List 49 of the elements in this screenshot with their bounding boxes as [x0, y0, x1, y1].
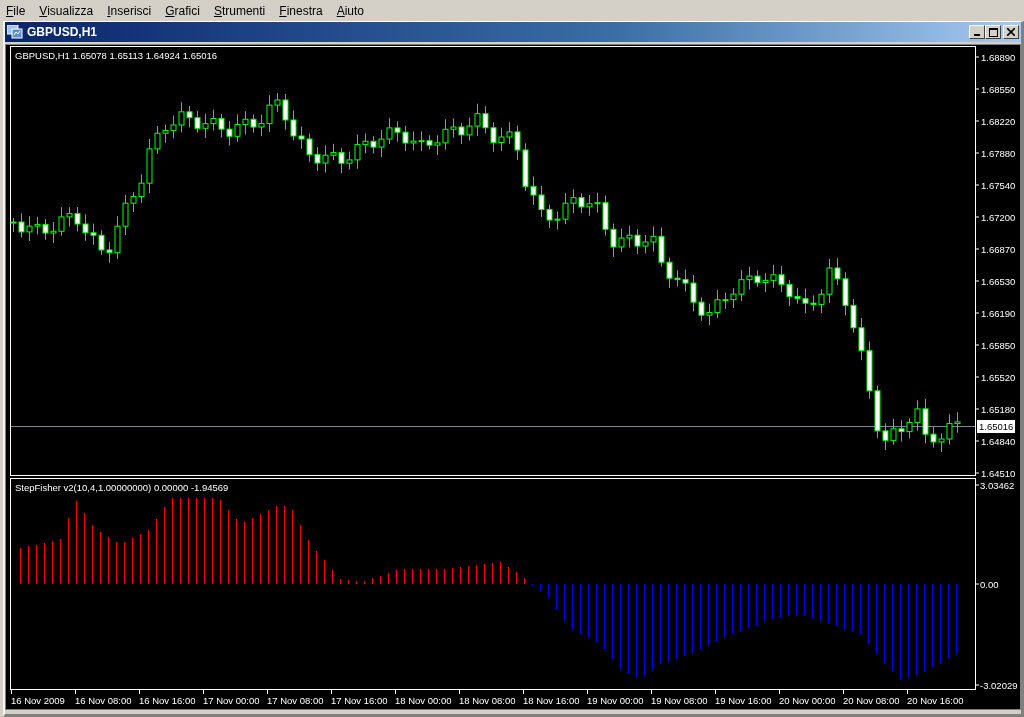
time-label: 19 Nov 08:00 [651, 695, 708, 706]
price-label: 1.67200 [981, 212, 1016, 223]
time-label: 18 Nov 16:00 [523, 695, 580, 706]
price-label: 1.65180 [981, 404, 1016, 415]
window-title: GBPUSD,H1 [27, 25, 98, 39]
price-label: 1.64840 [981, 436, 1016, 447]
menu-item[interactable]: Grafici [159, 3, 208, 18]
price-label: 1.66190 [981, 308, 1016, 319]
price-label: 1.68890 [981, 52, 1016, 63]
close-icon [1007, 28, 1015, 36]
time-label: 19 Nov 00:00 [587, 695, 644, 706]
price-label: 1.68220 [981, 116, 1016, 127]
price-label: 1.68550 [981, 84, 1016, 95]
menu-item[interactable]: Inserisci [101, 3, 160, 18]
indicator-info-text: StepFisher v2(10,4,1.00000000) 0.00000 -1.94569 [15, 482, 229, 493]
indicator-axis-label: 3.03462 [980, 480, 1015, 491]
time-label: 16 Nov 16:00 [139, 695, 196, 706]
price-label: 1.67540 [981, 180, 1016, 191]
menu-item[interactable]: Strumenti [207, 3, 274, 18]
time-label: 20 Nov 16:00 [907, 695, 964, 706]
price-label: 1.64510 [981, 468, 1016, 479]
price-label: 1.65520 [981, 372, 1016, 383]
menu-item[interactable]: File [0, 3, 34, 18]
menu-item[interactable]: Finestra [273, 3, 331, 18]
maximize-button[interactable] [985, 25, 1001, 39]
menu-item[interactable]: Visualizza [33, 3, 102, 18]
indicator-axis-label: 0.00 [980, 579, 999, 590]
time-label: 19 Nov 16:00 [715, 695, 772, 706]
time-label: 18 Nov 00:00 [395, 695, 452, 706]
time-label: 16 Nov 2009 [11, 695, 65, 706]
minimize-button[interactable] [969, 25, 985, 39]
time-label: 16 Nov 08:00 [75, 695, 132, 706]
time-label: 20 Nov 00:00 [779, 695, 836, 706]
price-label: 1.65850 [981, 340, 1016, 351]
maximize-icon [988, 27, 998, 37]
menu-item[interactable]: Aiuto [330, 3, 373, 18]
time-label: 17 Nov 16:00 [331, 695, 388, 706]
price-label: 1.66870 [981, 244, 1016, 255]
indicator-axis-label: -3.02029 [980, 680, 1018, 691]
price-label: 1.67880 [981, 148, 1016, 159]
time-label: 17 Nov 00:00 [203, 695, 260, 706]
price-label: 1.66530 [981, 276, 1016, 287]
chart-info-text: GBPUSD,H1 1.65078 1.65113 1.64924 1.65016 [15, 50, 218, 61]
chart-window-icon [7, 25, 23, 39]
current-price-tag: 1.65016 [977, 420, 1015, 433]
time-label: 20 Nov 08:00 [843, 695, 900, 706]
close-button[interactable] [1003, 25, 1019, 39]
time-label: 17 Nov 08:00 [267, 695, 324, 706]
time-label: 18 Nov 08:00 [459, 695, 516, 706]
